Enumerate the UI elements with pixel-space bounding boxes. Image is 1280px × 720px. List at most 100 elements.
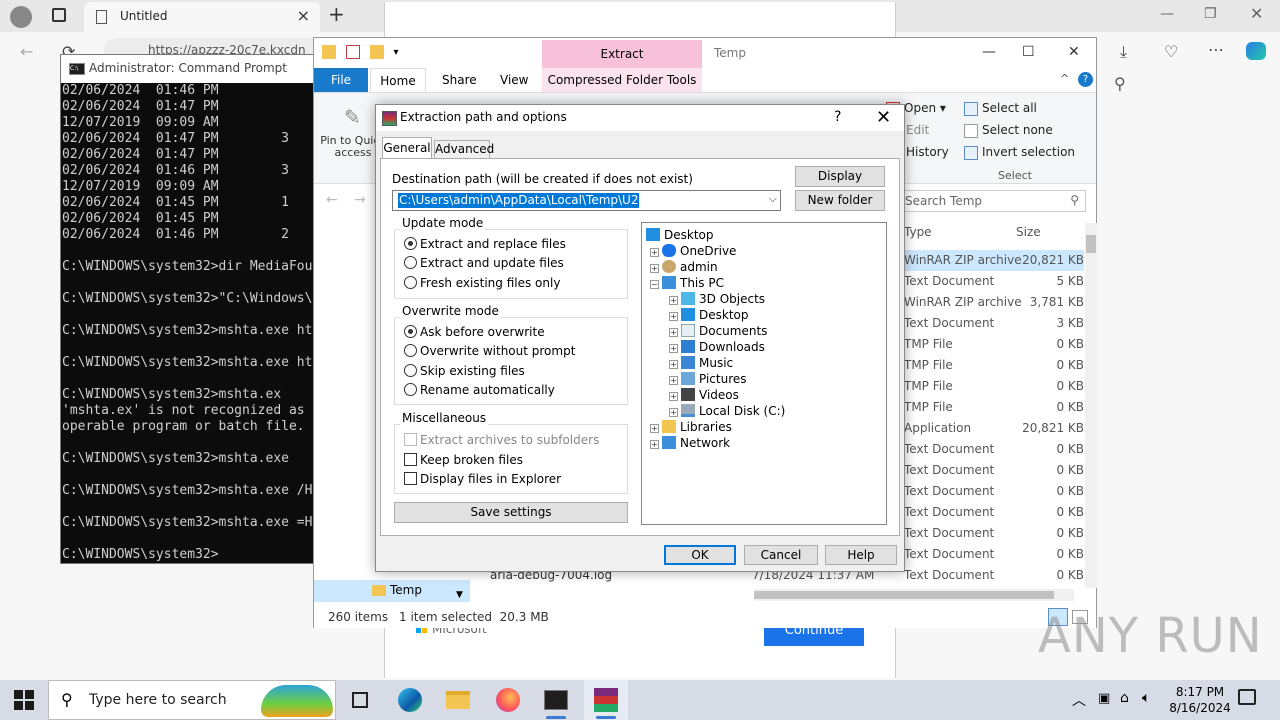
column-header-type[interactable]: Type <box>904 225 932 239</box>
expand-icon[interactable]: + <box>669 408 678 417</box>
maximize-icon[interactable]: ☐ <box>1022 44 1035 60</box>
browser-tab[interactable]: Untitled × <box>84 2 320 32</box>
minimize-icon[interactable]: — <box>982 44 996 60</box>
tree-item-videos[interactable]: + Videos <box>669 387 739 403</box>
browser-close-icon[interactable]: ✕ <box>1250 4 1263 23</box>
cmd-output[interactable]: 02/06/2024 01:46 PM 02/06/2024 01:47 PM 12… <box>61 83 313 563</box>
checkbox-extract-to-subfolders[interactable]: Extract archives to subfolders <box>404 433 599 447</box>
collapse-ribbon-icon[interactable]: ^ <box>1060 72 1069 85</box>
file-row[interactable]: Text Document 0 KB <box>904 502 1084 523</box>
checkbox-display-in-explorer[interactable]: Display files in Explorer <box>404 472 561 486</box>
file-row[interactable]: Text Document 0 KB <box>904 460 1084 481</box>
tray-device-icon[interactable]: ▣ <box>1098 691 1110 706</box>
cancel-button[interactable]: Cancel <box>744 545 818 565</box>
tree-item-pictures[interactable]: + Pictures <box>669 371 747 387</box>
tab-general[interactable]: General <box>382 137 432 159</box>
extensions-icon[interactable]: ♡ <box>1164 42 1178 61</box>
file-row[interactable]: TMP File 0 KB <box>904 334 1084 355</box>
vertical-scrollbar[interactable] <box>1085 223 1097 588</box>
select-none-button[interactable]: Select none <box>964 123 1053 138</box>
task-view-icon[interactable] <box>338 680 382 720</box>
tab-compressed-folder-tools[interactable]: Compressed Folder Tools <box>542 68 702 92</box>
ok-button[interactable]: OK <box>664 545 736 565</box>
expand-icon[interactable]: + <box>669 392 678 401</box>
select-all-button[interactable]: Select all <box>964 101 1037 116</box>
network-tray-icon[interactable]: ⌂ <box>1120 690 1129 706</box>
radio-overwrite-without-prompt[interactable]: Overwrite without prompt <box>404 344 575 358</box>
new-folder-button[interactable]: New folder <box>795 190 885 211</box>
tab-view[interactable]: View <box>500 73 528 87</box>
checkbox-keep-broken-files[interactable]: Keep broken files <box>404 453 523 467</box>
radio-extract-replace[interactable]: Extract and replace files <box>404 237 566 251</box>
properties-icon[interactable] <box>345 44 360 59</box>
clock[interactable]: 8:17 PM 8/16/2024 <box>1160 684 1240 716</box>
notification-icon[interactable] <box>1238 689 1256 705</box>
edit-button[interactable]: Edit <box>906 123 929 137</box>
edge-icon[interactable] <box>388 680 432 720</box>
tab-file[interactable]: File <box>314 68 368 92</box>
cmd-titlebar[interactable]: C:\ Administrator: Command Prompt <box>61 55 313 83</box>
expand-icon[interactable]: + <box>669 360 678 369</box>
tree-item-documents[interactable]: + Documents <box>669 323 767 339</box>
expand-icon[interactable]: + <box>669 328 678 337</box>
pin-sidebar-icon[interactable]: ⚲ <box>1114 74 1126 93</box>
radio-fresh-existing[interactable]: Fresh existing files only <box>404 276 560 290</box>
help-icon[interactable]: ? <box>1078 72 1093 87</box>
expand-icon[interactable]: + <box>650 440 659 449</box>
taskbar-search[interactable]: ⚲ Type here to search <box>48 680 336 720</box>
history-button[interactable]: History <box>906 145 949 159</box>
file-row[interactable]: WinRAR ZIP archive 3,781 KB <box>904 292 1084 313</box>
expand-icon[interactable]: + <box>669 312 678 321</box>
winrar-taskbar-icon[interactable] <box>584 680 628 720</box>
file-row[interactable]: TMP File 0 KB <box>904 376 1084 397</box>
cmd-taskbar-icon[interactable] <box>534 680 578 720</box>
folder-tree[interactable]: Desktop + OneDrive + admin − This PC +3D Ob… <box>641 222 887 525</box>
search-temp-input[interactable]: Search Temp ⚲ <box>900 190 1086 212</box>
tree-item-downloads[interactable]: + Downloads <box>669 339 765 355</box>
nav-back-icon[interactable]: ← <box>326 192 338 208</box>
file-row[interactable]: Text Document 0 KB <box>904 439 1084 460</box>
expand-icon[interactable]: + <box>669 376 678 385</box>
file-row[interactable]: Application 20,821 KB <box>904 418 1084 439</box>
firefox-icon[interactable] <box>486 680 530 720</box>
column-header-size[interactable]: Size <box>1016 225 1041 239</box>
chevron-down-icon[interactable]: ⌵ <box>769 192 777 206</box>
invert-selection-button[interactable]: Invert selection <box>964 145 1075 160</box>
scroll-thumb[interactable] <box>1086 235 1096 253</box>
file-row[interactable]: Text Document 0 KB <box>904 481 1084 502</box>
download-icon[interactable]: ⤓ <box>1120 42 1127 62</box>
tree-item-local-disk[interactable]: + Local Disk (C:) <box>669 403 785 419</box>
qa-dropdown-icon[interactable]: ▾ <box>393 47 398 58</box>
radio-skip-existing[interactable]: Skip existing files <box>404 364 525 378</box>
expand-icon[interactable]: + <box>650 264 659 273</box>
extraction-dialog[interactable]: Extraction path and options ? ✕ General … <box>375 104 905 572</box>
dialog-titlebar[interactable]: Extraction path and options ? ✕ <box>376 105 904 131</box>
radio-ask-before-overwrite[interactable]: Ask before overwrite <box>404 325 545 339</box>
collapse-icon[interactable]: − <box>650 280 659 289</box>
tree-item-network[interactable]: + Network <box>650 435 730 451</box>
tab-home[interactable]: Home <box>370 68 426 93</box>
expand-icon[interactable]: + <box>669 344 678 353</box>
destination-path-input[interactable]: C:\Users\admin\AppData\Local\Temp\U2 ⌵ <box>392 190 781 211</box>
tray-chevron-icon[interactable]: ︿ <box>1072 690 1086 710</box>
explorer-titlebar[interactable]: ▾ Extract Temp — ☐ ✕ <box>314 38 1096 68</box>
command-prompt-window[interactable]: C:\ Administrator: Command Prompt 02/06/… <box>60 54 314 564</box>
tree-item-pc-desktop[interactable]: + Desktop <box>669 307 749 323</box>
nav-scroll-down-icon[interactable]: ▼ <box>456 590 463 600</box>
new-folder-icon[interactable] <box>369 44 384 59</box>
close-icon[interactable]: ✕ <box>1068 44 1080 60</box>
dialog-close-icon[interactable]: ✕ <box>876 107 891 128</box>
tab-share[interactable]: Share <box>442 73 477 87</box>
hscroll-thumb[interactable] <box>754 591 1054 599</box>
tree-item-libraries[interactable]: + Libraries <box>650 419 732 435</box>
back-icon[interactable]: ← <box>20 42 33 61</box>
file-row[interactable]: Text Document 0 KB <box>904 565 1084 586</box>
tree-item-admin[interactable]: + admin <box>650 259 718 275</box>
dialog-help-icon[interactable]: ? <box>834 109 841 125</box>
tree-item-this-pc[interactable]: − This PC <box>650 275 724 291</box>
file-row[interactable]: Text Document 0 KB <box>904 544 1084 565</box>
more-icon[interactable]: ⋯ <box>1208 40 1224 59</box>
file-row[interactable]: Text Document 0 KB <box>904 523 1084 544</box>
expand-icon[interactable]: + <box>669 296 678 305</box>
radio-extract-update[interactable]: Extract and update files <box>404 256 564 270</box>
